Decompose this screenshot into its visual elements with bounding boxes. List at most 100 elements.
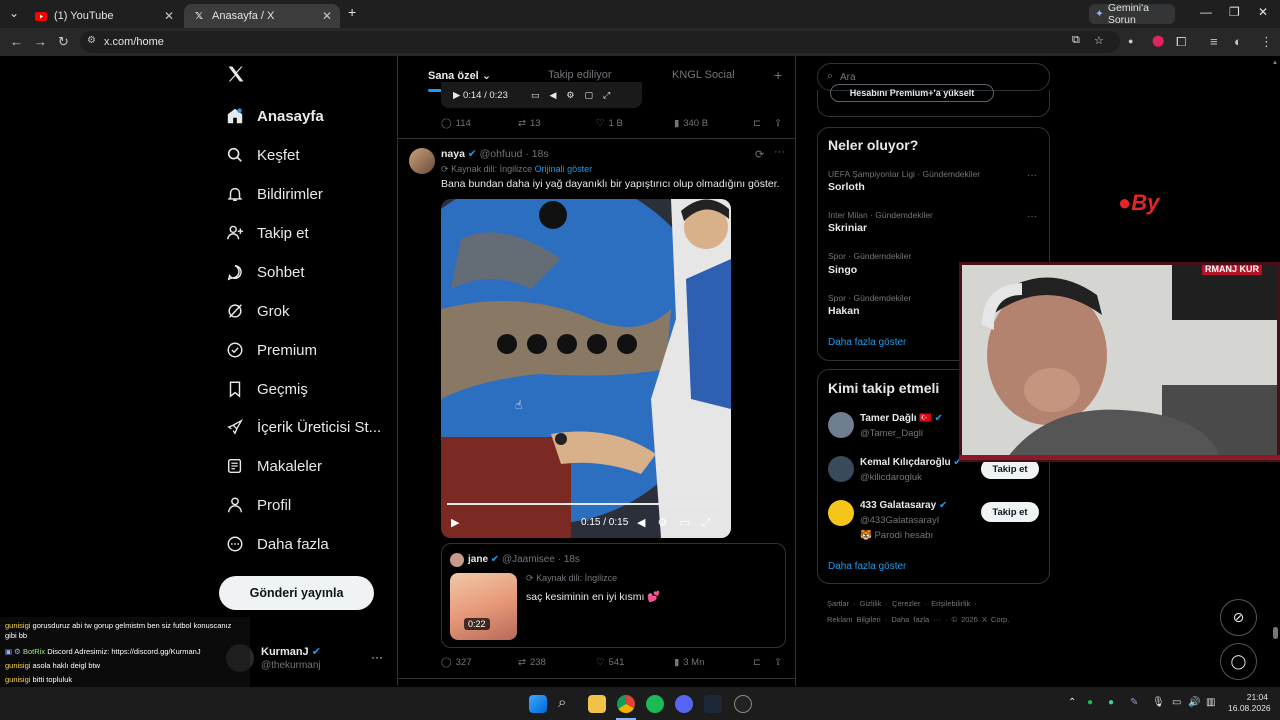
- post-video[interactable]: ▶ 0:15 / 0:15 ◀⚙▭⤢: [441, 199, 731, 538]
- suggested-name[interactable]: Kemal Kılıçdaroğlu ✔: [860, 457, 962, 468]
- taskbar-search-icon[interactable]: ⌕: [558, 694, 566, 711]
- nav-item-more[interactable]: Daha fazla: [225, 529, 329, 559]
- video-progress-bar[interactable]: [447, 503, 725, 505]
- nav-item-bookmarks[interactable]: Geçmiş: [225, 374, 308, 404]
- repost-metric[interactable]: ⇄ 13: [518, 118, 541, 129]
- account-more-icon[interactable]: ···: [371, 650, 383, 664]
- footer-link[interactable]: Çerezler: [892, 599, 920, 608]
- bookmark-icon[interactable]: ⊏: [753, 657, 761, 668]
- file-explorer-icon[interactable]: [588, 695, 606, 713]
- nav-item-home[interactable]: Anasayfa: [225, 101, 324, 131]
- tray-spotify-icon[interactable]: ●: [1087, 697, 1093, 708]
- footer-link[interactable]: Reklam Bilgileri: [827, 615, 881, 624]
- tab-following[interactable]: Takip ediliyor: [548, 69, 612, 81]
- tab-x[interactable]: 𝕏 Anasayfa / X ✕: [184, 4, 340, 28]
- reply-metric[interactable]: ◯ 114: [441, 118, 471, 129]
- suggested-name[interactable]: 433 Galatasaray ✔: [860, 500, 947, 511]
- close-tab-icon[interactable]: ✕: [322, 9, 332, 23]
- add-tab-icon[interactable]: +: [774, 67, 782, 83]
- suggested-name[interactable]: Tamer Dağlı 🇹🇷 ✔: [860, 413, 943, 424]
- tab-youtube[interactable]: (1) YouTube ✕: [26, 4, 182, 28]
- like-metric[interactable]: ♡ 1 B: [596, 118, 623, 129]
- show-original-link[interactable]: Orijinali göster: [535, 164, 593, 174]
- messages-floating-button[interactable]: ◯: [1220, 643, 1257, 680]
- menu-icon[interactable]: ⋮: [1260, 34, 1273, 50]
- reload-icon[interactable]: ↻: [58, 34, 69, 50]
- tray-app-icon[interactable]: ●: [1108, 697, 1114, 708]
- taskbar-clock[interactable]: 21:04 16.08.2026: [1228, 692, 1271, 714]
- tray-overflow-icon[interactable]: ⌃: [1068, 697, 1076, 708]
- bookmark-icon[interactable]: ⊏: [753, 118, 761, 129]
- nav-item-creator-studio[interactable]: İçerik Üreticisi St...: [225, 412, 381, 442]
- trend-more-icon[interactable]: ···: [1027, 211, 1037, 222]
- views-metric[interactable]: ▮ 3 Mn: [674, 657, 704, 668]
- steam-icon[interactable]: [704, 695, 722, 713]
- footer-link[interactable]: Gizlilik: [860, 599, 882, 608]
- tray-mic-icon[interactable]: 🎙: [1152, 697, 1165, 708]
- url-field[interactable]: ⚙ x.com/home ⧉ ☆: [80, 31, 1120, 53]
- video-control-icons[interactable]: ◀⚙▭⤢: [637, 516, 723, 530]
- nav-item-explore[interactable]: Keşfet: [225, 140, 300, 170]
- extension-red-icon[interactable]: ⬤: [1152, 34, 1164, 47]
- tray-network-icon[interactable]: ▭: [1172, 697, 1181, 708]
- new-tab-icon[interactable]: +: [348, 4, 356, 20]
- nav-item-articles[interactable]: Makaleler: [225, 451, 322, 481]
- nav-item-premium[interactable]: Premium: [225, 335, 317, 365]
- cast-icon[interactable]: ⧉: [1072, 34, 1080, 47]
- grok-floating-button[interactable]: ⊘: [1220, 599, 1257, 636]
- tray-battery-icon[interactable]: ▥: [1206, 697, 1215, 708]
- tab-for-you[interactable]: Sana özel ⌄: [428, 69, 491, 82]
- tray-pen-icon[interactable]: ✎: [1130, 697, 1138, 708]
- reply-metric[interactable]: ◯ 327: [441, 657, 472, 668]
- post-button[interactable]: Gönderi yayınla: [219, 576, 374, 610]
- follow-button[interactable]: Takip et: [981, 459, 1039, 479]
- gemini-button[interactable]: ✦ Gemini'a Sorun: [1089, 2, 1175, 26]
- footer-link[interactable]: Daha fazla ···: [891, 615, 940, 624]
- video-control-icons[interactable]: ▭◀⚙▢⤢: [531, 90, 620, 101]
- nav-item-grok[interactable]: Grok: [225, 296, 290, 326]
- maximize-icon[interactable]: ❐: [1229, 5, 1240, 19]
- start-icon[interactable]: [529, 695, 547, 713]
- close-window-icon[interactable]: ✕: [1258, 5, 1268, 19]
- trends-show-more[interactable]: Daha fazla göster: [828, 337, 906, 348]
- discord-icon[interactable]: [675, 695, 693, 713]
- nav-item-chat[interactable]: Sohbet: [225, 257, 305, 287]
- site-info-icon[interactable]: ⚙: [87, 35, 96, 46]
- tab-search-icon[interactable]: ⌄: [9, 6, 19, 20]
- views-metric[interactable]: ▮ 340 B: [674, 118, 708, 129]
- premium-upgrade-button[interactable]: Hesabını Premium+'a yükselt: [830, 84, 994, 102]
- nav-item-profile[interactable]: Profil: [225, 490, 291, 520]
- media-icon[interactable]: ≡: [1210, 34, 1218, 49]
- bookmark-star-icon[interactable]: ☆: [1094, 34, 1104, 47]
- suggested-avatar[interactable]: [828, 500, 854, 526]
- back-icon[interactable]: ←: [10, 34, 23, 49]
- prev-video-controls[interactable]: ▶ 0:14 / 0:23 ▭◀⚙▢⤢: [441, 82, 642, 108]
- author-handle[interactable]: @ohfuud: [480, 148, 523, 160]
- extension-icon[interactable]: ●: [1128, 36, 1133, 46]
- spotify-icon[interactable]: [646, 695, 664, 713]
- author-name[interactable]: naya: [441, 148, 465, 160]
- scroll-up-icon[interactable]: ▲: [1272, 60, 1278, 70]
- close-tab-icon[interactable]: ✕: [164, 9, 174, 23]
- post-more-icon[interactable]: ···: [774, 146, 785, 158]
- extensions-puzzle-icon[interactable]: ⧠: [1176, 34, 1186, 50]
- obs-icon[interactable]: [734, 695, 752, 713]
- grok-explain-icon[interactable]: ⟳: [755, 148, 764, 161]
- author-avatar[interactable]: [409, 148, 435, 174]
- like-metric[interactable]: ♡ 541: [596, 657, 624, 668]
- share-icon[interactable]: ⇪: [774, 118, 782, 129]
- share-icon[interactable]: ⇪: [774, 657, 782, 668]
- suggested-avatar[interactable]: [828, 412, 854, 438]
- nav-item-follow[interactable]: Takip et: [225, 218, 309, 248]
- profile-avatar-icon[interactable]: ◐: [1234, 34, 1242, 49]
- suggested-avatar[interactable]: [828, 456, 854, 482]
- quoted-post[interactable]: jane ✔ @Jaamisee · 18s 0:22 ⟳ Kaynak dil…: [441, 543, 786, 648]
- minimize-icon[interactable]: —: [1200, 5, 1212, 19]
- trend-more-icon[interactable]: ···: [1027, 170, 1037, 181]
- nav-item-notifications[interactable]: Bildirimler: [225, 179, 323, 209]
- tray-volume-icon[interactable]: 🔊: [1188, 697, 1200, 708]
- chrome-icon[interactable]: [617, 695, 635, 713]
- footer-link[interactable]: Erişilebilirlik: [931, 599, 970, 608]
- follow-button[interactable]: Takip et: [981, 502, 1039, 522]
- scrollbar-thumb[interactable]: [1273, 627, 1278, 639]
